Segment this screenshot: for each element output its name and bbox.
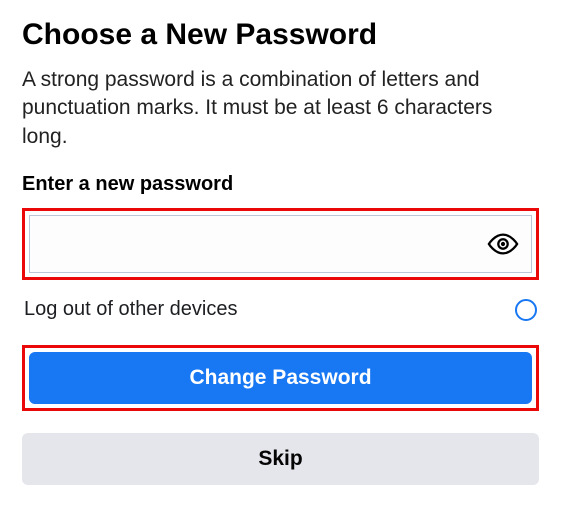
page-title: Choose a New Password [22, 18, 539, 52]
password-requirements-text: A strong password is a combination of le… [22, 66, 539, 151]
logout-other-devices-label: Log out of other devices [24, 298, 237, 321]
change-password-highlight-box: Change Password [22, 345, 539, 411]
password-field-label: Enter a new password [22, 173, 539, 196]
change-password-button[interactable]: Change Password [29, 352, 532, 404]
eye-icon [487, 233, 519, 255]
toggle-password-visibility-button[interactable] [485, 229, 521, 259]
password-highlight-box [22, 208, 539, 280]
logout-other-devices-radio[interactable] [515, 299, 537, 321]
logout-other-devices-row[interactable]: Log out of other devices [24, 298, 537, 321]
skip-button[interactable]: Skip [22, 433, 539, 485]
password-input-row [29, 215, 532, 273]
password-input[interactable] [38, 216, 485, 272]
